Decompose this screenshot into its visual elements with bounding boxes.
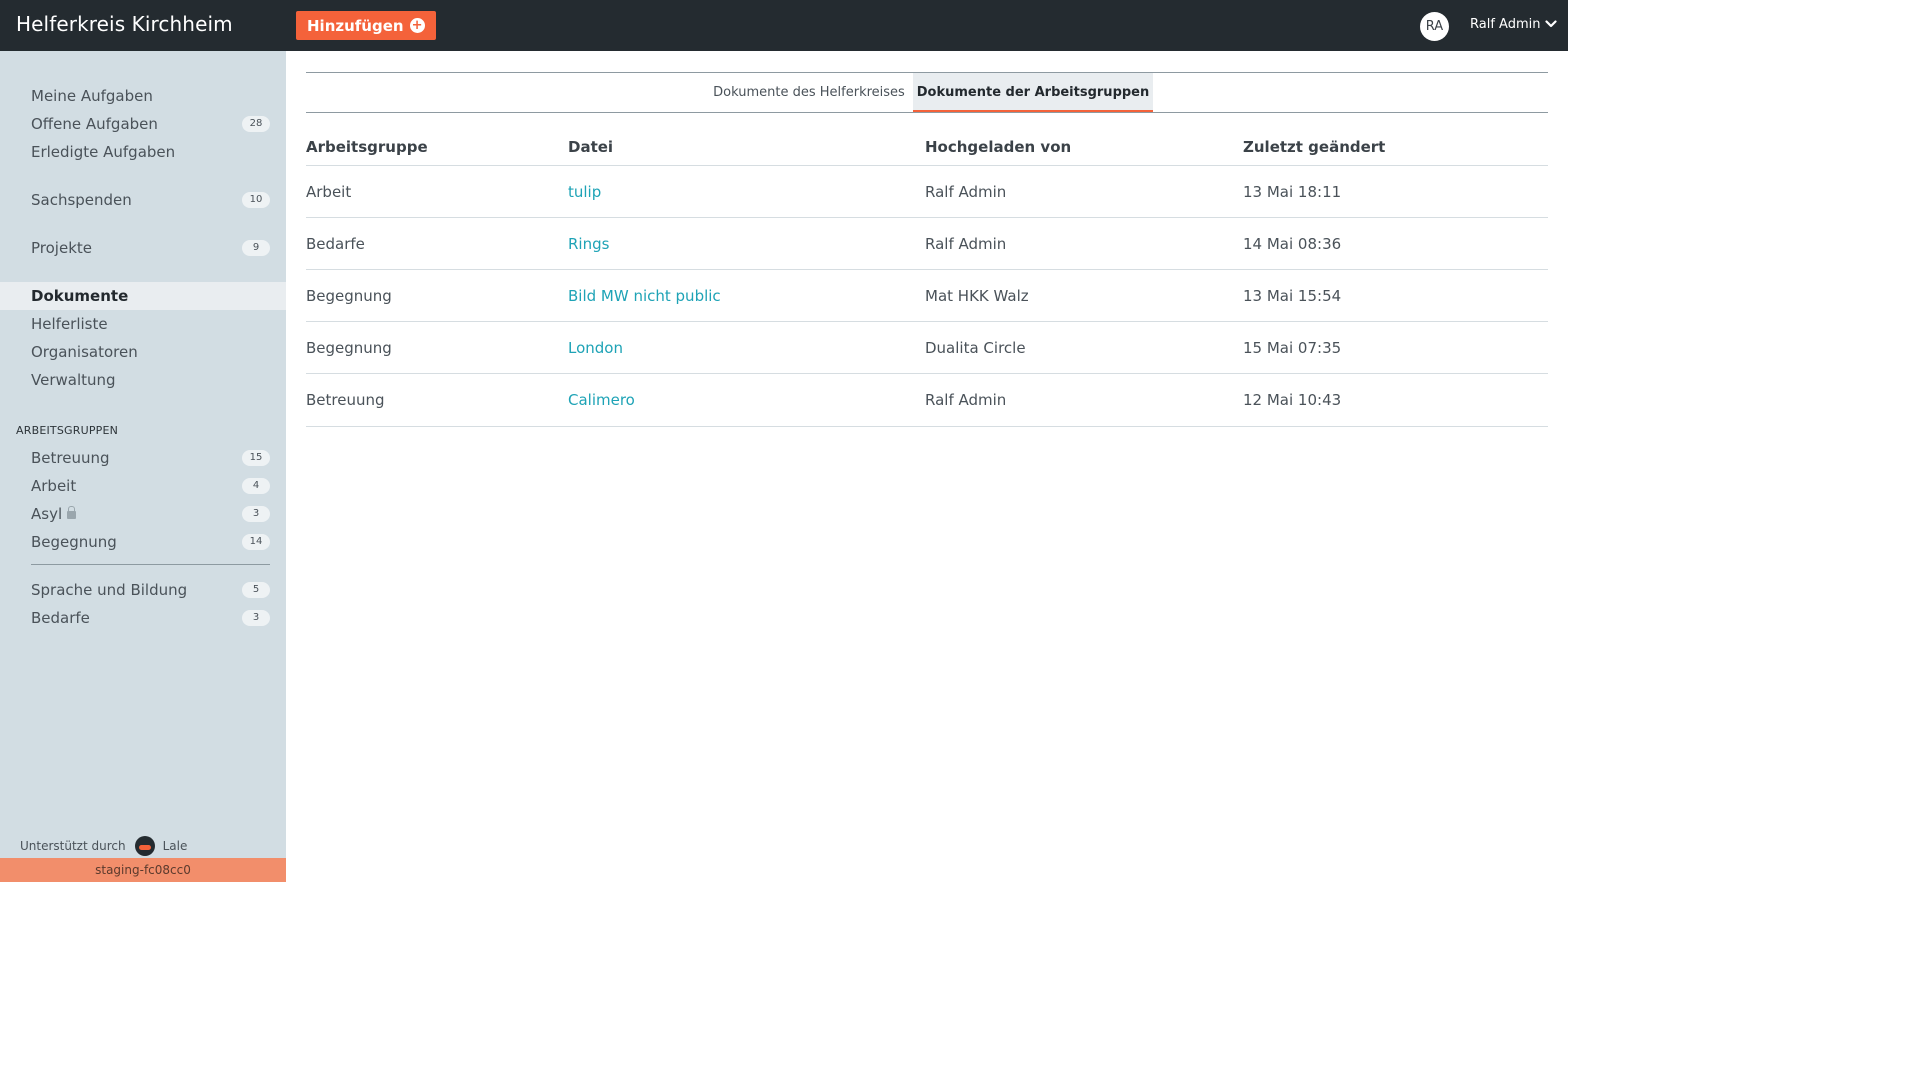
sidebar-group-sprache-und-bildung[interactable]: Sprache und Bildung 5 [0,576,286,604]
row-divider [306,426,1548,427]
count-badge: 3 [242,506,270,522]
file-link[interactable]: Calimero [568,391,635,409]
supported-by: Unterstützt durch Lale [20,836,187,856]
sidebar-item-projekte[interactable]: Projekte 9 [0,234,286,262]
user-menu-name[interactable]: Ralf Admin [1470,17,1540,32]
count-badge: 9 [242,240,270,256]
sidebar-item-label: Offene Aufgaben [31,115,158,133]
sidebar-item-label: Bedarfe [31,609,90,627]
add-button[interactable]: Hinzufügen + [296,11,436,40]
row-divider [306,321,1548,322]
row-divider [306,269,1548,270]
add-button-label: Hinzufügen [307,16,404,35]
count-badge: 10 [242,192,270,208]
sidebar-item-label: Verwaltung [31,371,116,389]
count-badge: 14 [242,534,270,550]
sidebar-item-label: Projekte [31,239,92,257]
count-badge: 4 [242,478,270,494]
sidebar-item-offene-aufgaben[interactable]: Offene Aufgaben 28 [0,110,286,138]
sidebar-item-label: Sprache und Bildung [31,581,188,599]
cell-modified: 13 Mai 18:11 [1243,183,1342,201]
sidebar-group-betreuung[interactable]: Betreuung 15 [0,444,286,472]
sidebar-item-erledigte-aufgaben[interactable]: Erledigte Aufgaben [0,138,286,166]
cell-uploader: Ralf Admin [925,235,1007,253]
sidebar-item-sachspenden[interactable]: Sachspenden 10 [0,186,286,214]
sidebar-divider [31,564,270,565]
app-title[interactable]: Helferkreis Kirchheim [16,12,233,36]
tabs-bottom-border [306,112,1548,113]
sidebar-item-label: Helferliste [31,315,108,333]
sidebar-group-bedarfe[interactable]: Bedarfe 3 [0,604,286,632]
cell-group: Begegnung [306,339,392,357]
staging-banner: staging-fc08cc0 [0,858,286,882]
cell-modified: 15 Mai 07:35 [1243,339,1342,357]
header-divider [306,165,1548,166]
cell-group: Arbeit [306,183,352,201]
sidebar-item-label-wrap: Asyl [31,505,77,523]
chevron-down-icon[interactable] [1545,18,1557,30]
sidebar-item-label: Arbeit [31,477,77,495]
sidebar-item-label: Organisatoren [31,343,138,361]
sidebar-item-meine-aufgaben[interactable]: Meine Aufgaben [0,82,286,110]
count-badge: 28 [242,116,270,132]
sidebar-item-label: Begegnung [31,533,117,551]
row-divider [306,373,1548,374]
cell-group: Bedarfe [306,235,365,253]
cell-uploader: Ralf Admin [925,183,1007,201]
cell-modified: 12 Mai 10:43 [1243,391,1342,409]
sidebar-item-label: Sachspenden [31,191,132,209]
sidebar-item-dokumente[interactable]: Dokumente [0,282,286,310]
count-badge: 15 [242,450,270,466]
plus-circle-icon: + [409,18,425,33]
cell-modified: 13 Mai 15:54 [1243,287,1342,305]
cell-uploader: Mat HKK Walz [925,287,1029,305]
lock-icon [67,506,77,519]
sidebar-item-label: Dokumente [31,287,129,305]
sidebar-item-helferliste[interactable]: Helferliste [0,310,286,338]
column-header-datei[interactable]: Datei [568,138,613,156]
sidebar-group-asyl[interactable]: Asyl 3 [0,500,286,528]
sidebar-item-label: Asyl [31,505,63,523]
row-divider [306,217,1548,218]
tab-dokumente-des-helferkreises[interactable]: Dokumente des Helferkreises [710,73,908,112]
tab-dokumente-der-arbeitsgruppen[interactable]: Dokumente der Arbeitsgruppen [913,73,1153,113]
avatar[interactable]: RA [1420,12,1449,41]
count-badge: 5 [242,582,270,598]
sidebar-group-begegnung[interactable]: Begegnung 14 [0,528,286,556]
count-badge: 3 [242,610,270,626]
top-bar: Helferkreis Kirchheim Hinzufügen + RA Ra… [0,0,1568,51]
sidebar: Meine Aufgaben Offene Aufgaben 28 Erledi… [0,51,286,882]
sidebar-item-label: Erledigte Aufgaben [31,143,176,161]
file-link[interactable]: London [568,339,623,357]
cell-uploader: Dualita Circle [925,339,1026,357]
cell-group: Betreuung [306,391,385,409]
sidebar-item-verwaltung[interactable]: Verwaltung [0,366,286,394]
lale-logo-icon[interactable] [134,836,155,856]
cell-group: Begegnung [306,287,392,305]
cell-modified: 14 Mai 08:36 [1243,235,1342,253]
file-link[interactable]: Bild MW nicht public [568,287,721,305]
column-header-arbeitsgruppe[interactable]: Arbeitsgruppe [306,138,428,156]
file-link[interactable]: tulip [568,183,601,201]
column-header-zuletzt-geaendert[interactable]: Zuletzt geändert [1243,138,1385,156]
cell-uploader: Ralf Admin [925,391,1007,409]
supported-by-label: Unterstützt durch [20,839,126,853]
file-link[interactable]: Rings [568,235,609,253]
groups-heading: ARBEITSGRUPPEN [16,424,119,437]
sidebar-group-arbeit[interactable]: Arbeit 4 [0,472,286,500]
sidebar-item-label: Meine Aufgaben [31,87,153,105]
supported-brand[interactable]: Lale [163,839,188,853]
sidebar-item-label: Betreuung [31,449,110,467]
sidebar-item-organisatoren[interactable]: Organisatoren [0,338,286,366]
column-header-hochgeladen-von[interactable]: Hochgeladen von [925,138,1071,156]
